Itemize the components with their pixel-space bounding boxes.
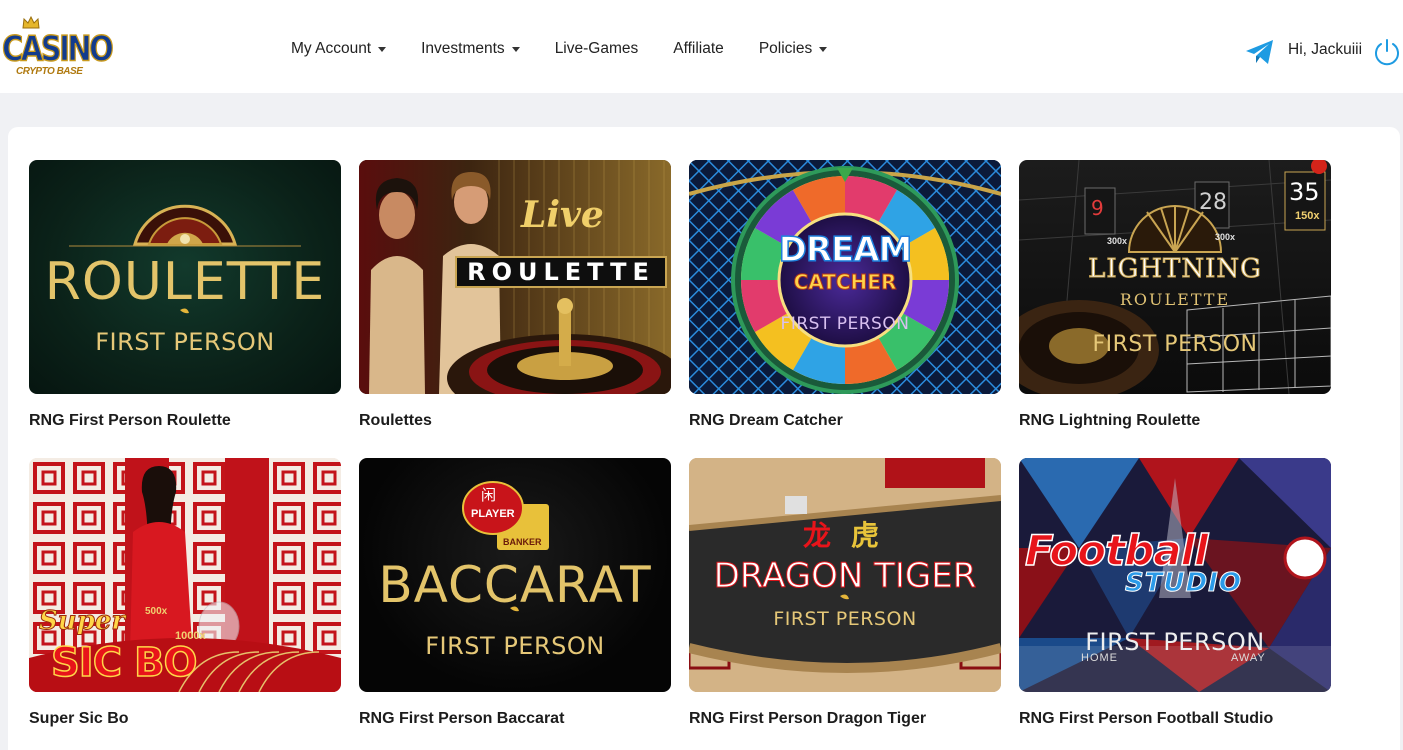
art-main-text: DREAM <box>778 229 913 271</box>
casino-logo[interactable]: CASINO CRYPTO BASE <box>1 16 114 84</box>
game-card-dream-catcher[interactable]: DREAM CATCHER FIRST PERSON RNG Dream Cat… <box>689 160 1001 429</box>
art-sub-text: FIRST PERSON <box>773 608 917 630</box>
game-thumbnail[interactable]: Football STUDIO FIRST PERSON HOME AWAY <box>1019 458 1331 692</box>
art-second-text: CATCHER <box>793 270 897 295</box>
nav-live-games[interactable]: Live-Games <box>555 40 639 58</box>
art-main-text: LIGHTNING <box>1088 254 1262 285</box>
game-title[interactable]: RNG Dream Catcher <box>689 412 843 430</box>
art-home-label: HOME <box>1081 652 1118 664</box>
art-glyph-dragon: 龙 <box>803 520 832 551</box>
art-second-text: ROULETTE <box>1119 290 1231 309</box>
art-number-c: 35 <box>1289 178 1320 206</box>
art-main-text: ROULETTE <box>44 252 326 312</box>
game-title[interactable]: RNG First Person Baccarat <box>359 710 564 728</box>
art-multiplier-a: 500x <box>145 606 168 617</box>
art-glyph: 闲 <box>481 487 497 504</box>
game-title[interactable]: RNG First Person Football Studio <box>1019 710 1273 728</box>
game-card-football-studio[interactable]: Football STUDIO FIRST PERSON HOME AWAY R… <box>1019 458 1331 727</box>
nav-investments[interactable]: Investments <box>421 40 520 58</box>
art-multiplier-c: 150x <box>1295 210 1320 222</box>
game-thumbnail[interactable]: ROULETTE FIRST PERSON <box>29 160 341 394</box>
game-thumbnail[interactable]: 闲 PLAYER BANKER BACCARAT FIRST PERSON <box>359 458 671 692</box>
game-card-first-person-roulette[interactable]: ROULETTE FIRST PERSON RNG First Person R… <box>29 160 341 429</box>
art-sub-text: FIRST PERSON <box>1092 332 1258 357</box>
telegram-icon[interactable] <box>1245 38 1275 66</box>
caret-down-icon <box>819 46 828 52</box>
main-nav: My Account Investments Live-Games Affili… <box>291 38 862 60</box>
art-number-b: 28 <box>1199 190 1227 215</box>
art-second-text: STUDIO <box>1125 568 1242 599</box>
art-sub-text: FIRST PERSON <box>425 632 605 660</box>
game-thumbnail[interactable]: DREAM CATCHER FIRST PERSON <box>689 160 1001 394</box>
game-thumbnail[interactable]: 龙 虎 DRAGON TIGER FIRST PERSON <box>689 458 1001 692</box>
art-sub-text: FIRST PERSON <box>95 328 275 356</box>
game-card-dragon-tiger[interactable]: 龙 虎 DRAGON TIGER FIRST PERSON RNG First … <box>689 458 1001 727</box>
game-title[interactable]: Roulettes <box>359 412 432 430</box>
art-chip-player: PLAYER <box>471 508 515 520</box>
nav-item-label: My Account <box>291 40 372 57</box>
art-main-text: SIC BO <box>50 639 198 687</box>
art-script-text: Super <box>38 606 126 637</box>
caret-down-icon <box>511 46 520 52</box>
game-thumbnail[interactable]: Super 500x 1000x SIC BO <box>29 458 341 692</box>
nav-policies[interactable]: Policies <box>758 40 828 58</box>
art-glyph-tiger: 虎 <box>851 520 880 551</box>
nav-affiliate[interactable]: Affiliate <box>673 40 724 58</box>
power-icon[interactable] <box>1372 37 1402 67</box>
user-greeting: Hi, Jackuiii <box>1288 41 1363 58</box>
art-chip-banker: BANKER <box>503 537 542 547</box>
logo-tagline: CRYPTO BASE <box>16 66 83 77</box>
nav-item-label: Policies <box>758 40 813 57</box>
game-card-lightning-roulette[interactable]: 9 28 35 150x 300x 300x LIGHTNING ROULETT… <box>1019 160 1331 429</box>
nav-item-label: Live-Games <box>554 40 639 57</box>
game-thumbnail[interactable]: Live ROULETTE <box>359 160 671 394</box>
game-card-roulettes[interactable]: Live ROULETTE Roulettes <box>359 160 671 429</box>
art-away-label: AWAY <box>1231 652 1266 664</box>
art-sub-text: FIRST PERSON <box>780 314 910 334</box>
art-number-a: 9 <box>1091 196 1104 220</box>
game-title[interactable]: RNG Lightning Roulette <box>1019 412 1200 430</box>
art-script-text: Live <box>521 194 604 236</box>
nav-my-account[interactable]: My Account <box>291 40 387 58</box>
nav-item-label: Investments <box>421 40 505 57</box>
games-panel: ROULETTE FIRST PERSON RNG First Person R… <box>8 127 1400 750</box>
game-title[interactable]: Super Sic Bo <box>29 710 129 728</box>
caret-down-icon <box>378 46 387 52</box>
nav-item-label: Affiliate <box>673 40 724 57</box>
game-card-super-sic-bo[interactable]: Super 500x 1000x SIC BO Super Sic Bo <box>29 458 341 727</box>
art-main-text: BACCARAT <box>378 556 652 614</box>
game-thumbnail[interactable]: 9 28 35 150x 300x 300x LIGHTNING ROULETT… <box>1019 160 1331 394</box>
logo-wordmark: CASINO <box>1 27 114 69</box>
top-header: CASINO CRYPTO BASE My Account Investment… <box>0 0 1403 93</box>
game-title[interactable]: RNG First Person Dragon Tiger <box>689 710 926 728</box>
art-sub-text: FIRST PERSON <box>1085 628 1265 656</box>
art-multiplier-b: 300x <box>1215 232 1236 242</box>
game-card-first-person-baccarat[interactable]: 闲 PLAYER BANKER BACCARAT FIRST PERSON RN… <box>359 458 671 727</box>
game-title[interactable]: RNG First Person Roulette <box>29 412 231 430</box>
art-multiplier-a: 300x <box>1107 236 1128 246</box>
art-main-text: ROULETTE <box>455 256 667 288</box>
art-main-text: DRAGON TIGER <box>713 556 977 597</box>
